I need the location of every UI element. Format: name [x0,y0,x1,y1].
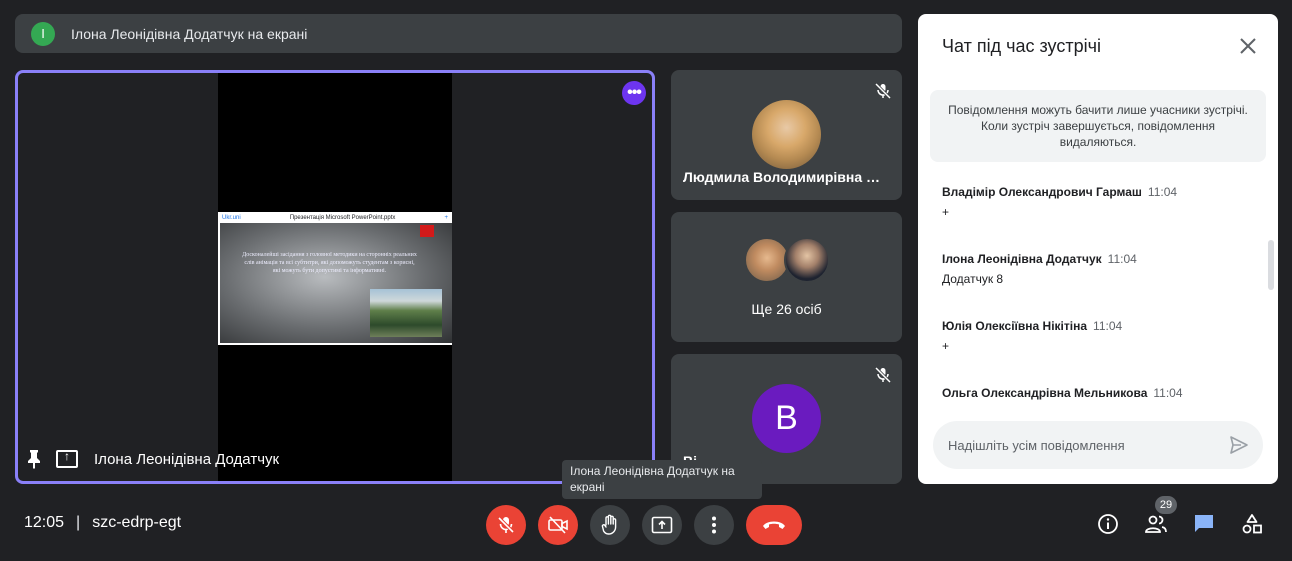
message-text: + [942,339,950,353]
more-participants-tile[interactable]: Ще 26 осіб [671,212,902,342]
slide-right-label: + [444,214,448,221]
tile-footer: Ілона Леонідівна Додатчук [26,449,279,469]
slide-red-box [420,225,434,237]
more-participants-label: Ще 26 осіб [751,301,822,317]
chat-input-container [933,421,1263,469]
activities-button[interactable] [1240,512,1264,536]
message-author: Юлія Олексіївна Нікітіна [942,319,1088,333]
call-end-icon [763,521,785,529]
more-options-button[interactable] [694,505,734,545]
message-author: Ілона Леонідівна Додатчук [942,252,1102,266]
chat-title: Чат під час зустрічі [942,36,1101,56]
chat-notice: Повідомлення можуть бачити лише учасники… [930,90,1266,162]
participants-button[interactable] [1144,512,1168,536]
chat-message: Ілона Леонідівна Додатчук 11:04 Додатчук … [942,252,1137,286]
presenter-name: Ілона Леонідівна Додатчук [94,450,280,468]
people-icon [1145,515,1167,533]
chat-message: Ольга Олександрівна Мельникова 11:04 [942,386,1183,400]
tile-more-options-button[interactable]: ••• [622,81,646,105]
message-time: 11:04 [1147,185,1178,199]
mic-off-icon [874,366,892,384]
presenting-banner: І Ілона Леонідівна Додатчук на екрані [15,14,902,53]
chat-message-input[interactable] [948,435,1218,455]
more-vert-icon [712,516,716,534]
raise-hand-button[interactable] [590,505,630,545]
mic-off-icon [497,516,515,534]
meeting-details-button[interactable] [1096,512,1120,536]
participant-avatar [752,100,821,169]
message-author: Владімір Олександрович Гармаш [942,185,1142,199]
chat-message: Юлія Олексіївна Нікітіна 11:04 + [942,319,1122,353]
message-text: + [942,205,950,219]
chat-scrollbar[interactable] [1268,240,1274,290]
message-time: 11:04 [1153,386,1183,400]
chat-message: Владімір Олександрович Гармаш 11:04 + [942,185,1177,219]
hand-icon [601,514,617,535]
main-presentation-tile[interactable]: Ukr.uni Презентація Microsoft PowerPoint… [15,70,655,484]
message-text: Додатчук 8 [942,272,1004,286]
participant-avatar [784,237,830,283]
participant-avatar: В [752,384,821,453]
tooltip: Ілона Леонідівна Додатчук на екрані [562,460,762,499]
leave-call-button[interactable] [746,505,802,545]
mic-off-icon [874,82,892,100]
message-time: 11:04 [1093,319,1123,333]
info-icon [1098,514,1118,534]
presenting-banner-text: Ілона Леонідівна Додатчук на екрані [71,25,308,42]
separator: | [76,514,81,531]
meeting-info: 12:05 | szc-edrp-egt [24,514,181,532]
current-time: 12:05 [24,514,65,531]
slide-titlebar: Ukr.uni Презентація Microsoft PowerPoint… [218,212,452,223]
presenter-avatar: І [31,21,55,46]
close-icon[interactable] [1238,36,1258,56]
pin-icon[interactable] [26,449,42,469]
message-author: Ольга Олександрівна Мельникова [942,386,1148,400]
participant-name: Людмила Володимирівна Б… [683,169,890,185]
chat-button[interactable] [1192,512,1216,536]
send-icon[interactable] [1229,435,1249,455]
slide-text: Досконалейші засідання з головної методи… [242,252,417,274]
meeting-code: szc-edrp-egt [92,514,182,531]
activities-icon [1242,514,1262,534]
participant-tile[interactable]: Людмила Володимирівна Б… [671,70,902,200]
camera-toggle-button[interactable] [538,505,578,545]
present-screen-icon [651,516,673,534]
slide-landscape-image [370,289,442,337]
camera-off-icon [548,516,568,534]
present-screen-button[interactable] [642,505,682,545]
message-time: 11:04 [1107,252,1137,266]
mic-toggle-button[interactable] [486,505,526,545]
slide-left-label: Ukr.uni [222,214,241,221]
slide-window-title: Презентація Microsoft PowerPoint.pptx [289,214,396,221]
chat-panel: Чат під час зустрічі Повідомлення можуть… [918,14,1278,484]
presentation-slide: Ukr.uni Презентація Microsoft PowerPoint… [218,212,452,345]
slide-body: Досконалейші засідання з головної методи… [220,223,452,343]
presenting-icon [56,449,78,468]
participants-count-badge: 29 [1155,496,1177,514]
chat-icon [1195,515,1213,532]
